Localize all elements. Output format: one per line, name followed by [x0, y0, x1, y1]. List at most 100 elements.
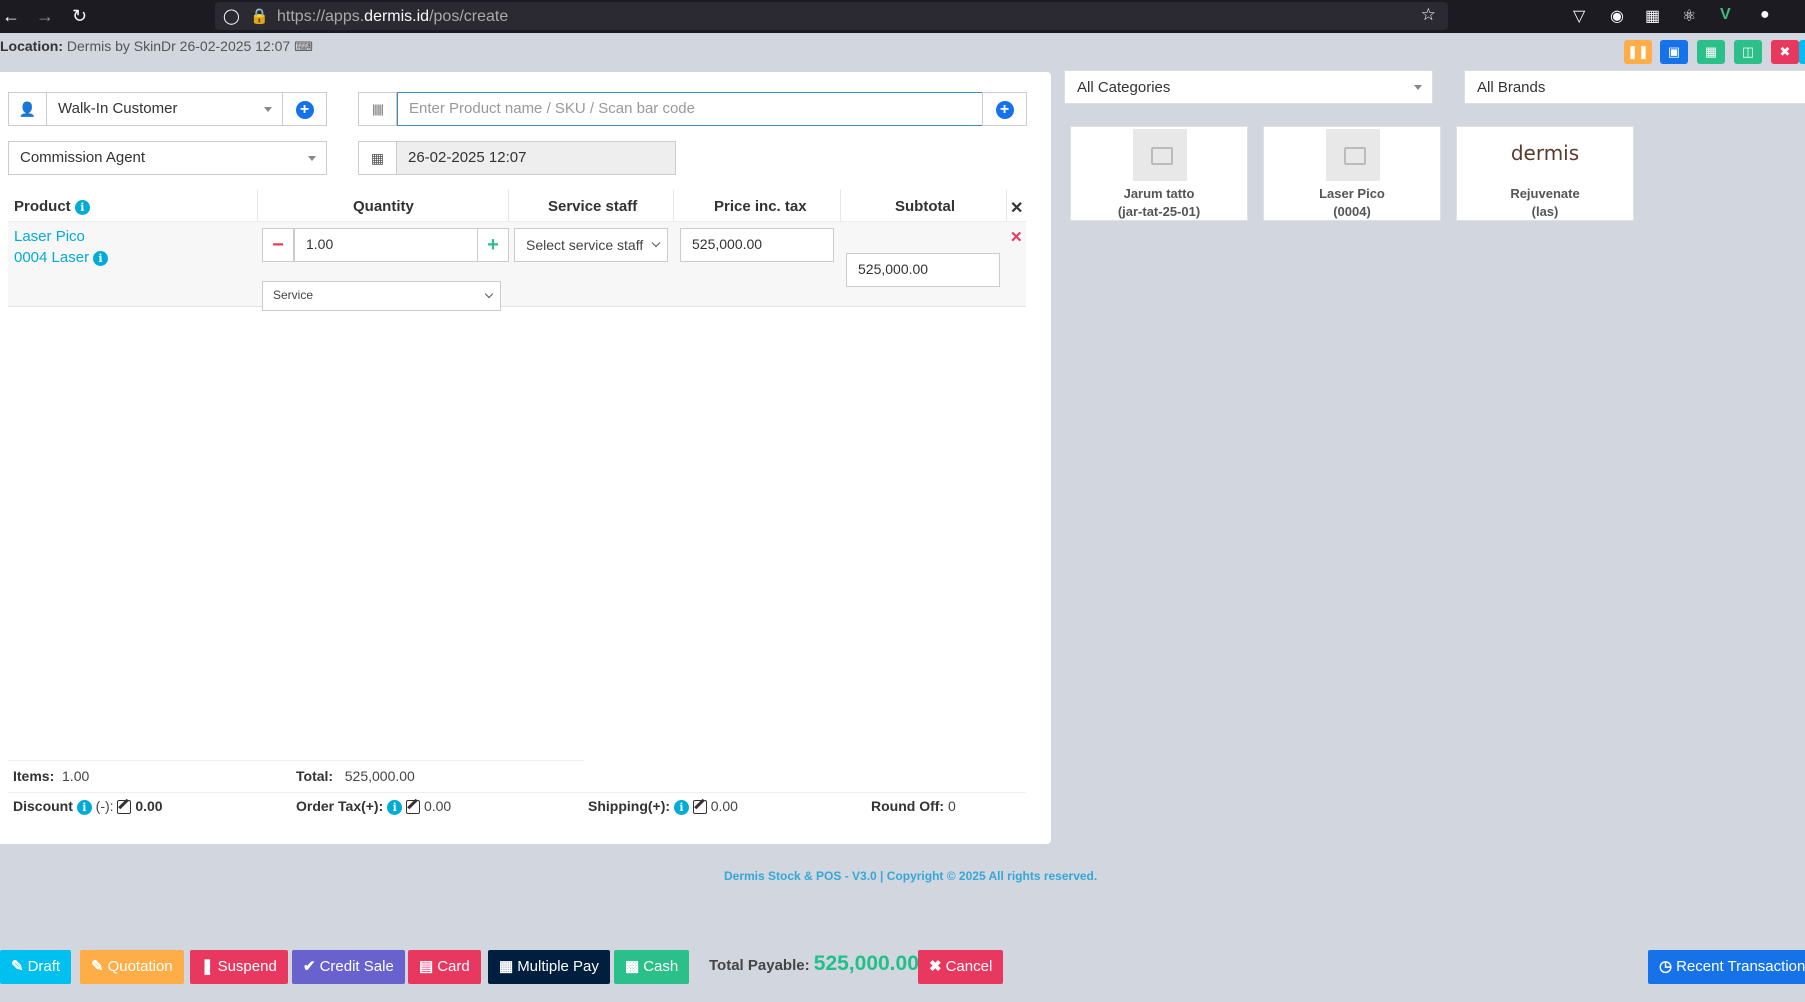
- location-value: Dermis by SkinDr 26-02-2025 12:07: [66, 38, 291, 54]
- multiple-pay-button[interactable]: ▦ Multiple Pay: [488, 950, 610, 984]
- total-payable: Total Payable: 525,000.00: [709, 952, 919, 975]
- pause-icon[interactable]: ❚❚: [1624, 40, 1652, 64]
- extensions-icon[interactable]: ▦: [1645, 6, 1660, 26]
- edit-shipping-icon[interactable]: [692, 800, 707, 815]
- credit-card-icon: ▤: [419, 958, 434, 975]
- info-icon[interactable]: i: [76, 799, 92, 815]
- header-service-staff: Service staff: [548, 198, 638, 215]
- product-card[interactable]: Laser Pico (0004): [1263, 126, 1441, 221]
- header-product: Product i: [14, 198, 90, 215]
- customer-select-value: Walk-In Customer: [58, 100, 178, 117]
- card-button[interactable]: ▤ Card: [408, 950, 481, 984]
- location-bar: Location: Dermis by SkinDr 26-02-2025 12…: [0, 38, 313, 62]
- quantity-input[interactable]: 1.00: [294, 228, 478, 262]
- service-staff-select[interactable]: Select service staff: [514, 228, 668, 262]
- dermis-logo: dermis: [1510, 141, 1580, 165]
- calculator-icon[interactable]: ▦: [1697, 40, 1725, 64]
- reload-icon[interactable]: ↻: [72, 6, 87, 26]
- browser-toolbar: ← → ↻ ◯ 🔒 https://apps.dermis.id/pos/cre…: [0, 0, 1805, 33]
- increase-quantity-button[interactable]: +: [477, 228, 509, 262]
- header-price: Price inc. tax: [714, 198, 807, 215]
- product-card[interactable]: Jarum tatto (jar-tat-25-01): [1070, 126, 1248, 221]
- total-payable-value: 525,000.00: [813, 952, 919, 975]
- transaction-date-input[interactable]: 26-02-2025 12:07: [396, 141, 676, 175]
- add-product-button[interactable]: +: [982, 92, 1027, 126]
- account-icon[interactable]: ◉: [1610, 6, 1624, 26]
- customer-select[interactable]: Walk-In Customer: [46, 92, 283, 126]
- forward-icon[interactable]: →: [36, 6, 54, 26]
- category-filter-select[interactable]: All Categories: [1064, 70, 1433, 104]
- product-name-link[interactable]: Laser Pico: [14, 227, 108, 247]
- close-icon: ✖: [929, 958, 942, 975]
- address-bar[interactable]: ◯ 🔒 https://apps.dermis.id/pos/create ☆: [215, 2, 1448, 30]
- back-icon[interactable]: ←: [2, 6, 20, 26]
- keyboard-icon[interactable]: ⌨: [294, 39, 313, 54]
- unit-select[interactable]: Service: [262, 281, 501, 311]
- info-icon[interactable]: i: [387, 799, 403, 815]
- header-quantity: Quantity: [353, 198, 414, 215]
- order-tax-field: Order Tax(+): i 0.00: [296, 798, 452, 815]
- header-subtotal: Subtotal: [895, 198, 955, 215]
- customer-user-icon: 👤: [8, 92, 47, 126]
- close-register-icon[interactable]: ✖: [1771, 40, 1799, 64]
- add-customer-button[interactable]: +: [282, 92, 327, 126]
- info-icon[interactable]: i: [74, 199, 90, 215]
- plus-circle-icon: +: [295, 101, 314, 119]
- decrease-quantity-button[interactable]: −: [262, 228, 294, 262]
- bookmark-star-icon[interactable]: ☆: [1421, 5, 1436, 25]
- price-input[interactable]: 525,000.00: [680, 228, 834, 262]
- url-text[interactable]: https://apps.dermis.id/pos/create: [277, 8, 508, 26]
- window-icon[interactable]: ▣: [1660, 40, 1688, 64]
- quotation-button[interactable]: ✎ Quotation: [80, 950, 184, 984]
- product-search-placeholder: Enter Product name / SKU / Scan bar code: [409, 100, 695, 117]
- items-count: Items: 1.00: [13, 768, 90, 784]
- total-amount: Total: 525,000.00: [296, 768, 415, 784]
- product-sku[interactable]: 0004 Laser: [14, 249, 89, 266]
- edit-order-tax-icon[interactable]: [406, 800, 421, 815]
- table-header: Product i Quantity Service staff Price i…: [8, 190, 1026, 222]
- table-row: Laser Pico 0004 Laser i − 1.00 + Service…: [8, 222, 1026, 311]
- lock-icon[interactable]: 🔒: [250, 7, 269, 25]
- discount-field: Discount i (-): 0.00: [13, 798, 163, 815]
- product-card[interactable]: dermis Rejuvenate (las): [1456, 126, 1634, 221]
- briefcase-icon[interactable]: ◫: [1734, 40, 1762, 64]
- money-icon: ▩: [625, 958, 640, 975]
- image-placeholder-icon: [1133, 129, 1187, 181]
- draft-button[interactable]: ✎ Draft: [0, 950, 72, 984]
- pocket-icon[interactable]: ▽: [1573, 6, 1585, 26]
- commission-agent-select[interactable]: Commission Agent: [8, 141, 327, 175]
- brand-filter-select[interactable]: All Brands: [1464, 70, 1805, 104]
- barcode-icon: |||||: [358, 92, 397, 126]
- pause-icon: ❚: [201, 958, 214, 975]
- money-check-icon: ▦: [499, 958, 514, 975]
- check-icon: ✔: [303, 958, 316, 975]
- panda-extension-icon[interactable]: ●: [1760, 6, 1770, 24]
- edit-discount-icon[interactable]: [117, 800, 132, 815]
- info-icon[interactable]: i: [673, 799, 689, 815]
- clock-icon: ◷: [1659, 958, 1673, 975]
- shield-icon[interactable]: ◯: [223, 7, 240, 25]
- pos-form-panel: 👤 Walk-In Customer + ||||| Enter Product…: [0, 72, 1051, 844]
- transaction-date-value: 26-02-2025 12:07: [408, 149, 527, 166]
- commission-agent-value: Commission Agent: [20, 149, 146, 166]
- round-off-field: Round Off: 0: [871, 798, 956, 814]
- product-search-input[interactable]: Enter Product name / SKU / Scan bar code: [397, 92, 983, 126]
- vue-devtools-icon[interactable]: V: [1720, 6, 1731, 24]
- edit-icon: ✎: [11, 958, 24, 975]
- remove-all-icon[interactable]: ✕: [1010, 198, 1023, 218]
- edit-icon: ✎: [91, 958, 104, 975]
- cancel-button[interactable]: ✖ Cancel: [918, 950, 1004, 984]
- react-devtools-icon[interactable]: ⚛: [1682, 6, 1696, 26]
- location-label: Location:: [0, 38, 63, 54]
- credit-sale-button[interactable]: ✔ Credit Sale: [292, 950, 405, 984]
- suspend-button[interactable]: ❚ Suspend: [190, 950, 288, 984]
- back-arrow-icon[interactable]: ◀: [1799, 40, 1805, 64]
- info-icon[interactable]: i: [92, 250, 108, 266]
- plus-circle-icon: +: [995, 101, 1014, 119]
- subtotal-input[interactable]: 525,000.00: [846, 253, 1000, 287]
- recent-transactions-button[interactable]: ◷ Recent Transactions: [1648, 950, 1805, 984]
- remove-row-icon[interactable]: ✕: [1010, 228, 1023, 246]
- footer-copyright: Dermis Stock & POS - V3.0 | Copyright © …: [724, 869, 1098, 883]
- cash-button[interactable]: ▩ Cash: [614, 950, 690, 984]
- shipping-field: Shipping(+): i 0.00: [588, 798, 738, 815]
